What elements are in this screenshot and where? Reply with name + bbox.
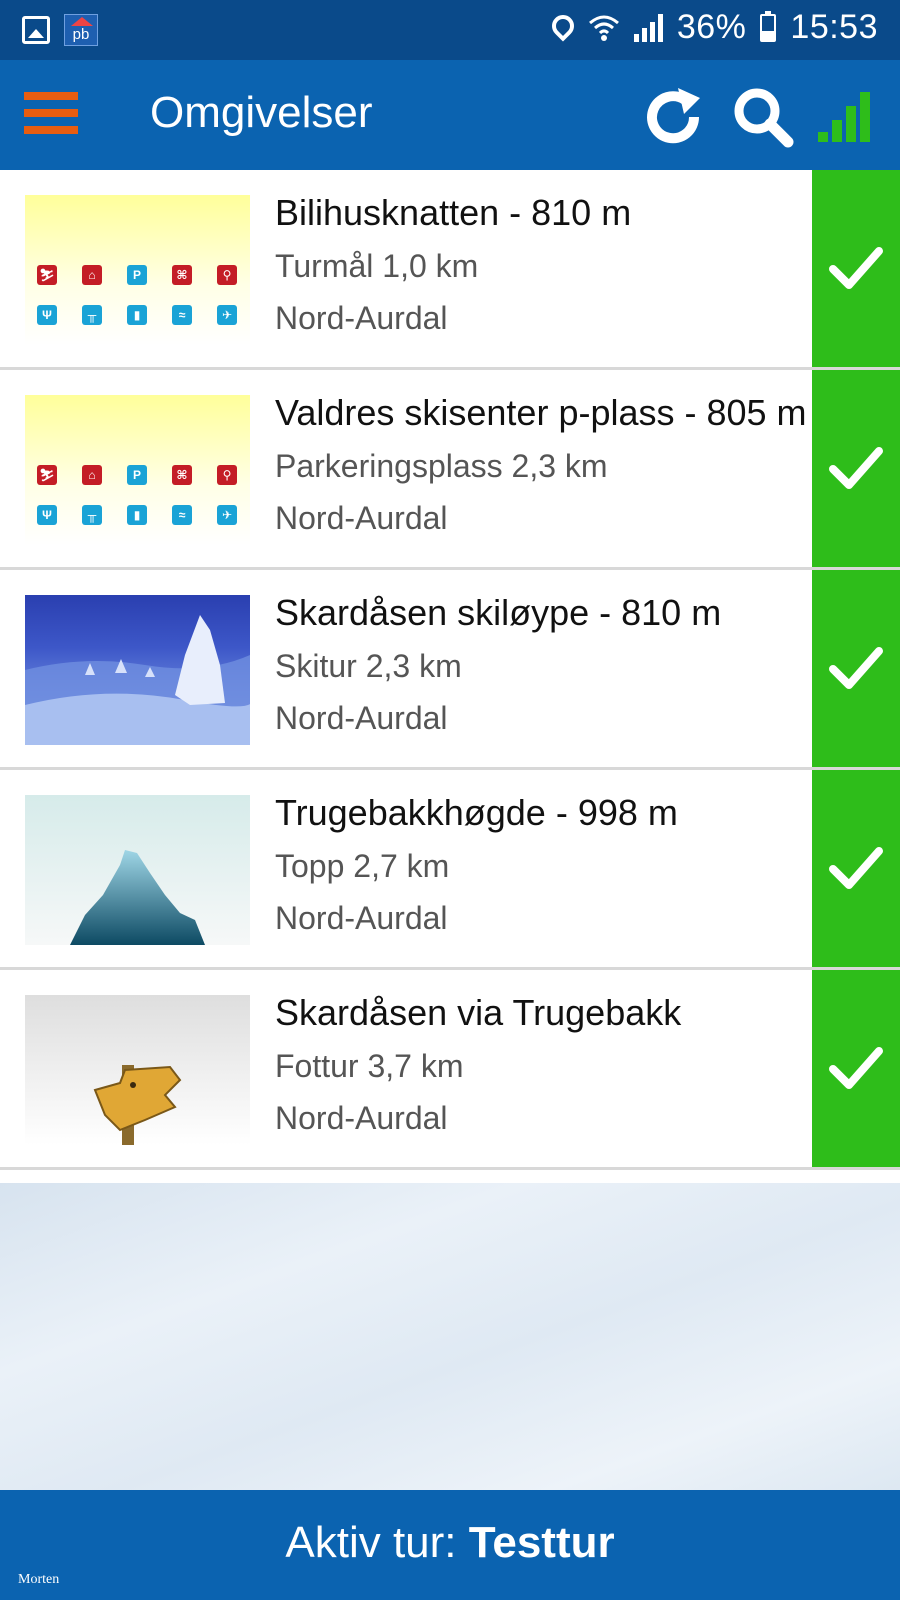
hamburger-menu-icon[interactable] (24, 92, 78, 134)
places-list: ⛷ ⌂ P ⌘ ⚲ Ψ ╥ ▮ ≈ ✈ Bilihusknatten - 810 m Turmå… (0, 170, 900, 1170)
active-trip-prefix: Aktiv tur: (285, 1518, 469, 1567)
item-title: Valdres skisenter p-plass - 805 m (275, 392, 807, 433)
image-icon (22, 16, 50, 44)
item-title: Skardåsen skiløype - 810 m (275, 592, 722, 633)
item-subtitle: Fottur 3,7 km (275, 1048, 464, 1084)
item-title: Skardåsen via Trugebakk (275, 992, 682, 1033)
search-icon[interactable] (730, 84, 796, 150)
active-trip-text: Aktiv tur: Testtur (0, 1518, 900, 1568)
battery-percent: 36% (676, 8, 747, 46)
visited-check-button[interactable] (812, 970, 900, 1167)
list-item[interactable]: ⛷ ⌂ P ⌘ ⚲ Ψ ╥ ▮ ≈ ✈ Bilihusknatten - 810 m Turmå… (0, 170, 900, 370)
checkmark-icon (829, 846, 883, 889)
list-item[interactable]: Trugebakkhøgde - 998 m Topp 2,7 km Nord-… (0, 770, 900, 970)
visited-check-button[interactable] (812, 570, 900, 767)
item-subtitle: Turmål 1,0 km (275, 248, 479, 284)
signpost-thumbnail (25, 995, 250, 1145)
item-region: Nord-Aurdal (275, 500, 448, 536)
pb-app-label: pb (72, 26, 90, 43)
snow-landscape-thumbnail (25, 595, 250, 745)
active-trip-bar[interactable]: Aktiv tur: Testtur Morten (0, 1490, 900, 1600)
status-bar: pb 36% 15:53 (0, 0, 900, 60)
refresh-icon[interactable] (640, 84, 706, 150)
mountain-peak-thumbnail (25, 795, 250, 945)
checkmark-icon (829, 246, 883, 289)
item-subtitle: Parkeringsplass 2,3 km (275, 448, 608, 484)
item-region: Nord-Aurdal (275, 300, 448, 336)
cell-signal-icon (633, 13, 663, 42)
app-bar: Omgivelser (0, 60, 900, 170)
item-region: Nord-Aurdal (275, 1100, 448, 1136)
facility-icons-thumbnail: ⛷ ⌂ P ⌘ ⚲ Ψ ╥ ▮ ≈ ✈ (25, 395, 250, 545)
wifi-icon (588, 15, 619, 41)
list-item[interactable]: Skardåsen skiløype - 810 m Skitur 2,3 km… (0, 570, 900, 770)
checkmark-icon (829, 446, 883, 489)
checkmark-icon (829, 646, 883, 689)
signal-strength-icon[interactable] (818, 86, 878, 142)
location-icon (547, 9, 579, 42)
page-title: Omgivelser (150, 88, 373, 137)
item-title: Bilihusknatten - 810 m (275, 192, 632, 233)
clock: 15:53 (790, 8, 878, 46)
visited-check-button[interactable] (812, 770, 900, 967)
item-title: Trugebakkhøgde - 998 m (275, 792, 678, 833)
pb-app-icon: pb (64, 14, 98, 46)
facility-icons-thumbnail: ⛷ ⌂ P ⌘ ⚲ Ψ ╥ ▮ ≈ ✈ (25, 195, 250, 345)
battery-icon (760, 10, 777, 42)
item-region: Nord-Aurdal (275, 900, 448, 936)
list-item[interactable]: ⛷ ⌂ P ⌘ ⚲ Ψ ╥ ▮ ≈ ✈ Valdres skisenter p-plass - … (0, 370, 900, 570)
active-trip-name: Testtur (468, 1518, 615, 1567)
item-region: Nord-Aurdal (275, 700, 448, 736)
item-subtitle: Topp 2,7 km (275, 848, 450, 884)
visited-check-button[interactable] (812, 370, 900, 567)
visited-check-button[interactable] (812, 170, 900, 367)
list-item[interactable]: Skardåsen via Trugebakk Fottur 3,7 km No… (0, 970, 900, 1170)
snow-background (0, 1183, 900, 1490)
item-subtitle: Skitur 2,3 km (275, 648, 462, 684)
credit-text: Morten (18, 1572, 60, 1587)
checkmark-icon (829, 1046, 883, 1089)
